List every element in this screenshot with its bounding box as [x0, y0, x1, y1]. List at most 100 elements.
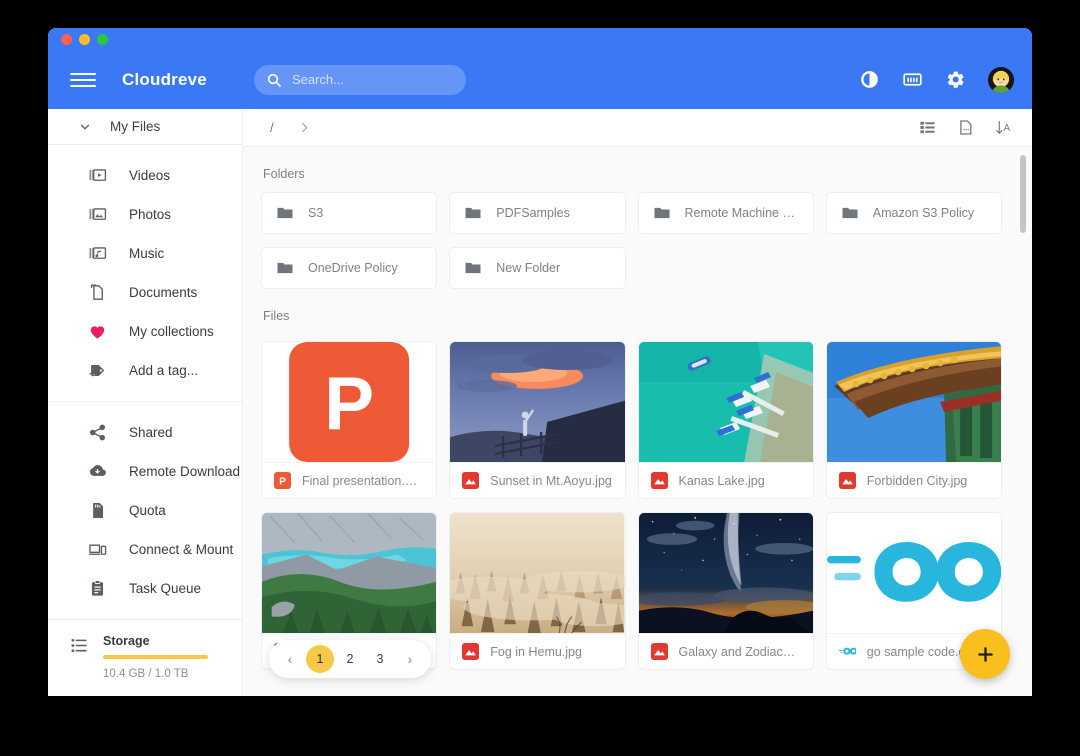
- storage-progress-track: [103, 655, 208, 659]
- sidebar-item-label: Remote Download: [129, 464, 241, 479]
- file-card[interactable]: Galaxy and Zodiacal ...: [637, 512, 814, 670]
- heart-icon: [88, 322, 107, 341]
- svg-text:P: P: [324, 361, 374, 445]
- gear-icon[interactable]: [945, 69, 966, 90]
- scrollbar-thumb[interactable]: [1020, 155, 1026, 233]
- file-footer: P Final presentation.pp...: [262, 462, 437, 498]
- plus-icon: [977, 646, 993, 662]
- app-body: My Files Videos Photos Music Documents M…: [48, 109, 1032, 696]
- ticket-icon[interactable]: [902, 69, 923, 90]
- folder-name: S3: [308, 206, 324, 220]
- file-name: Kanas Lake.jpg: [678, 473, 765, 488]
- folder-card[interactable]: Amazon S3 Policy: [825, 192, 1002, 234]
- add-button[interactable]: [960, 629, 1010, 679]
- file-thumbnail: [450, 513, 625, 633]
- file-card[interactable]: Fog in Hemu.jpg: [449, 512, 626, 670]
- sidebar-item-connect-and-mount[interactable]: Connect & Mount: [48, 530, 242, 569]
- sidebar-item-task-queue[interactable]: Task Queue: [48, 569, 242, 608]
- sidebar-item-music[interactable]: Music: [48, 234, 242, 273]
- window-maximize-button[interactable]: [97, 33, 108, 45]
- file-card[interactable]: Sunset in Mt.Aoyu.jpg: [449, 341, 626, 499]
- file-thumbnail: [262, 513, 437, 633]
- file-card[interactable]: P P Final presentation.pp...: [261, 341, 438, 499]
- storage-icon: [70, 636, 89, 655]
- pagination-page-3[interactable]: 3: [366, 645, 394, 673]
- folder-name: New Folder: [496, 261, 561, 275]
- sidebar-item-remote-download[interactable]: Remote Download: [48, 452, 242, 491]
- sidebar-item-label: Videos: [129, 168, 171, 183]
- file-thumbnail: [826, 342, 1001, 462]
- sidebar-item-my-collections[interactable]: My collections: [48, 312, 242, 351]
- brightness-contrast-icon[interactable]: [859, 69, 880, 90]
- search-field[interactable]: [291, 72, 454, 87]
- app-title: Cloudreve: [122, 69, 207, 89]
- sidebar-item-label: Task Queue: [129, 581, 202, 596]
- file-name: Sunset in Mt.Aoyu.jpg: [490, 473, 612, 488]
- folders-section-label: Folders: [263, 167, 305, 181]
- content-scrollbar[interactable]: [1020, 155, 1026, 696]
- sidebar-header-label: My Files: [110, 119, 161, 134]
- folder-card[interactable]: PDFSamples: [449, 192, 626, 234]
- file-footer: Galaxy and Zodiacal ...: [638, 633, 813, 669]
- sidebar-item-videos[interactable]: Videos: [48, 156, 242, 195]
- folder-icon: [464, 204, 482, 222]
- sidebar-item-label: Add a tag...: [129, 363, 199, 378]
- user-avatar[interactable]: [988, 66, 1014, 93]
- folder-name: Amazon S3 Policy: [872, 206, 975, 220]
- window-minimize-button[interactable]: [79, 33, 90, 45]
- sidebar-item-label: Connect & Mount: [129, 542, 234, 557]
- file-card[interactable]: Forbidden City.jpg: [825, 341, 1002, 499]
- folder-icon: [841, 204, 859, 222]
- file-thumbnail: P: [262, 342, 437, 462]
- folder-card[interactable]: Remote Machine Poli...: [637, 192, 814, 234]
- hamburger-menu-icon[interactable]: [70, 67, 96, 93]
- share-icon: [88, 423, 107, 442]
- image-icon: [838, 472, 856, 489]
- storage-widget[interactable]: Storage 10.4 GB / 1.0 TB: [48, 619, 242, 696]
- sort-alpha-icon[interactable]: A: [995, 119, 1012, 136]
- file-thumbnail: [638, 342, 813, 462]
- photo-library-icon: [88, 205, 107, 224]
- page-dots-icon[interactable]: [957, 119, 974, 136]
- pagination-page-2[interactable]: 2: [336, 645, 364, 673]
- folder-card[interactable]: OneDrive Policy: [261, 247, 438, 289]
- sidebar-item-photos[interactable]: Photos: [48, 195, 242, 234]
- toolbar-actions: A: [919, 119, 1012, 136]
- pagination-prev[interactable]: ‹: [276, 645, 304, 673]
- sidebar-item-label: Shared: [129, 425, 173, 440]
- pagination: ‹ 1 2 3 ›: [269, 640, 431, 678]
- sidebar-group-library: Videos Photos Music Documents My collect…: [48, 145, 242, 401]
- image-icon: [650, 472, 668, 489]
- file-footer: Forbidden City.jpg: [826, 462, 1001, 498]
- breadcrumb-root[interactable]: /: [270, 120, 274, 135]
- sidebar-header-my-files[interactable]: My Files: [48, 109, 242, 145]
- svg-text:P: P: [279, 476, 286, 487]
- svg-text:A: A: [1004, 123, 1011, 134]
- sidebar-item-shared[interactable]: Shared: [48, 413, 242, 452]
- sidebar-item-documents[interactable]: Documents: [48, 273, 242, 312]
- list-view-icon[interactable]: [919, 119, 936, 136]
- video-library-icon: [88, 166, 107, 185]
- storage-usage-text: 10.4 GB / 1.0 TB: [103, 668, 189, 680]
- file-card[interactable]: Kanas Lake.jpg: [637, 341, 814, 499]
- sidebar-item-quota[interactable]: Quota: [48, 491, 242, 530]
- powerpoint-icon: P: [274, 472, 291, 489]
- app-window: Cloudreve Search... My Files Videos Phot…: [48, 28, 1032, 696]
- pagination-next[interactable]: ›: [396, 645, 424, 673]
- folder-icon: [464, 259, 482, 277]
- folder-card[interactable]: New Folder: [449, 247, 626, 289]
- file-thumbnail: [450, 342, 625, 462]
- sd-card-icon: [88, 501, 107, 520]
- file-footer: Fog in Hemu.jpg: [450, 633, 625, 669]
- sidebar-item-add-a-tag[interactable]: Add a tag...: [48, 351, 242, 390]
- files-section-label: Files: [263, 309, 290, 323]
- pagination-page-1[interactable]: 1: [306, 645, 334, 673]
- search-input[interactable]: [253, 64, 466, 95]
- folder-card[interactable]: S3: [261, 192, 438, 234]
- folder-name: Remote Machine Poli...: [684, 206, 799, 220]
- music-library-icon: [88, 244, 107, 263]
- window-close-button[interactable]: [61, 33, 72, 45]
- chevron-right-icon[interactable]: [298, 121, 311, 134]
- sidebar-item-label: Photos: [129, 207, 172, 222]
- storage-progress-fill: [103, 655, 208, 659]
